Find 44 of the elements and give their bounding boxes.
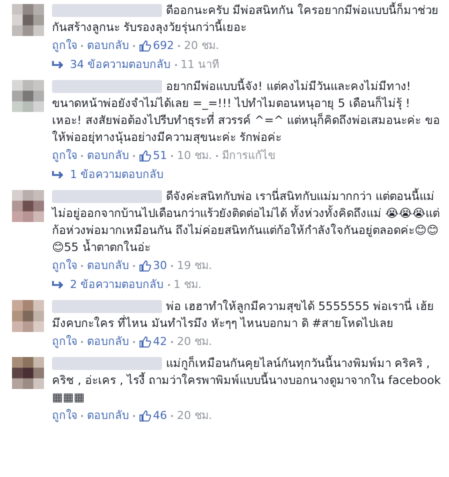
like-count: 51 bbox=[153, 148, 167, 163]
like-link[interactable]: ถูกใจ bbox=[52, 408, 77, 423]
comment-time: 19 ชม. bbox=[177, 258, 212, 273]
comment-time: 20 ชม. bbox=[177, 408, 212, 423]
reply-link[interactable]: ตอบกลับ bbox=[87, 148, 129, 163]
comment-text: แม่กูก็เหมือนกันคุยไลน์กันทุกวันนี้นางพิมพ์มา คริคริ , คริช , อ่ะเคร , ไรงี้ ถามว่าใครพาพิมพ์แบบนี้นางบอกนางดูมาจากใน facebook ▦▦▦ bbox=[52, 355, 442, 406]
reply-arrow-icon bbox=[52, 170, 64, 180]
comment-text: อยากมีพ่อแบบนี้จัง! แต่คงไม่มีวันและคงไม่มีทาง! ขนาดหน้าพ่อยังจำไม่ได้เลย =_=!!! ไปทำไมตอนหนุอายุ 5 เดือนก็ไม่รุ้ ! เหอะ! สงสัยพ่อต้องไปรีบทำธุระที่ สวรรค์ ^=^ แต่หนุก็คิดถึงพ่อเสมอนะค่ะ ขอให้พ่ออยุ่ทางนุ้นอย่างมีความสุขนะค่ะ รักพ่อค่ะ bbox=[52, 78, 441, 146]
reply-link[interactable]: ตอบกลับ bbox=[87, 258, 129, 273]
like-link[interactable]: ถูกใจ bbox=[52, 148, 77, 163]
replies-link[interactable]: 2 ข้อความตอบกลับ bbox=[70, 277, 164, 292]
replies-link[interactable]: 34 ข้อความตอบกลับ bbox=[70, 57, 170, 72]
comment-text: ดีจังค่ะสนิทกับพ่อ เรานี่สนิทกับแม่มากกว่า แต่ตอนนี้แม่ไม่อยู่ออกจากบ้านไปเดือนกว่าแร้วยังติดต่อไม่ได้ ทั้งห่วงทั้งคิดถึงแม่ 😭😭😭แต่ก้อห่วงพ่อมากเหมือนกัน ถึงไม่ค่อยสนิทกันแต่ก้อให้กำลังใจกันอยู่ตลอดค่ะ😊😊😊55 น้ำตาตกในอ่ะ bbox=[52, 188, 441, 256]
like-link[interactable]: ถูกใจ bbox=[52, 334, 77, 349]
thumbs-up-icon bbox=[139, 40, 151, 52]
like-count: 30 bbox=[153, 258, 167, 273]
reply-link[interactable]: ตอบกลับ bbox=[87, 408, 129, 423]
like-count: 42 bbox=[153, 334, 167, 349]
avatar bbox=[12, 80, 44, 112]
reply-arrow-icon bbox=[52, 280, 64, 290]
avatar bbox=[12, 300, 44, 332]
reply-link[interactable]: ตอบกลับ bbox=[87, 38, 129, 53]
replies-link[interactable]: 1 ข้อความตอบกลับ bbox=[70, 167, 164, 182]
reply-time: 11 นาที bbox=[180, 57, 219, 72]
thumbs-up-icon bbox=[139, 260, 151, 272]
thumbs-up-icon bbox=[139, 336, 151, 348]
reply-arrow-icon bbox=[52, 60, 64, 70]
reply-link[interactable]: ตอบกลับ bbox=[87, 334, 129, 349]
like-count: 692 bbox=[153, 38, 174, 53]
comment-time: 10 ชม. bbox=[177, 148, 212, 163]
like-link[interactable]: ถูกใจ bbox=[52, 38, 77, 53]
comment-time: 20 ชม. bbox=[177, 334, 212, 349]
comment-text: พ่อ เฮฮาทำให้ลูกมีความสุขได้ 5555555 พ่อเรานี่ เฮ้ยมึงคบกะใคร ที่ไหน มันทำไรมึง หัะๆๆ ไหนบอกมา ดิ #สายโหดไปเลย bbox=[52, 298, 435, 332]
avatar bbox=[12, 4, 44, 36]
comment-time: 20 ชม. bbox=[184, 38, 219, 53]
avatar bbox=[12, 190, 44, 222]
like-link[interactable]: ถูกใจ bbox=[52, 258, 77, 273]
avatar bbox=[12, 357, 44, 389]
reply-time: 1 ชม. bbox=[174, 277, 202, 292]
thumbs-up-icon bbox=[139, 410, 151, 422]
thumbs-up-icon bbox=[139, 150, 151, 162]
edited-label: มีการแก้ไข bbox=[222, 148, 276, 163]
like-count: 46 bbox=[153, 408, 167, 423]
comment-text: ดีออกนะครับ มีพ่อสนิทกัน ใครอยากมีพ่อแบบนี้ก็มาช่วยกันสร้างลูกนะ รับรองลุงวัยรุ่นกว่านี้เยอะ bbox=[52, 2, 440, 36]
